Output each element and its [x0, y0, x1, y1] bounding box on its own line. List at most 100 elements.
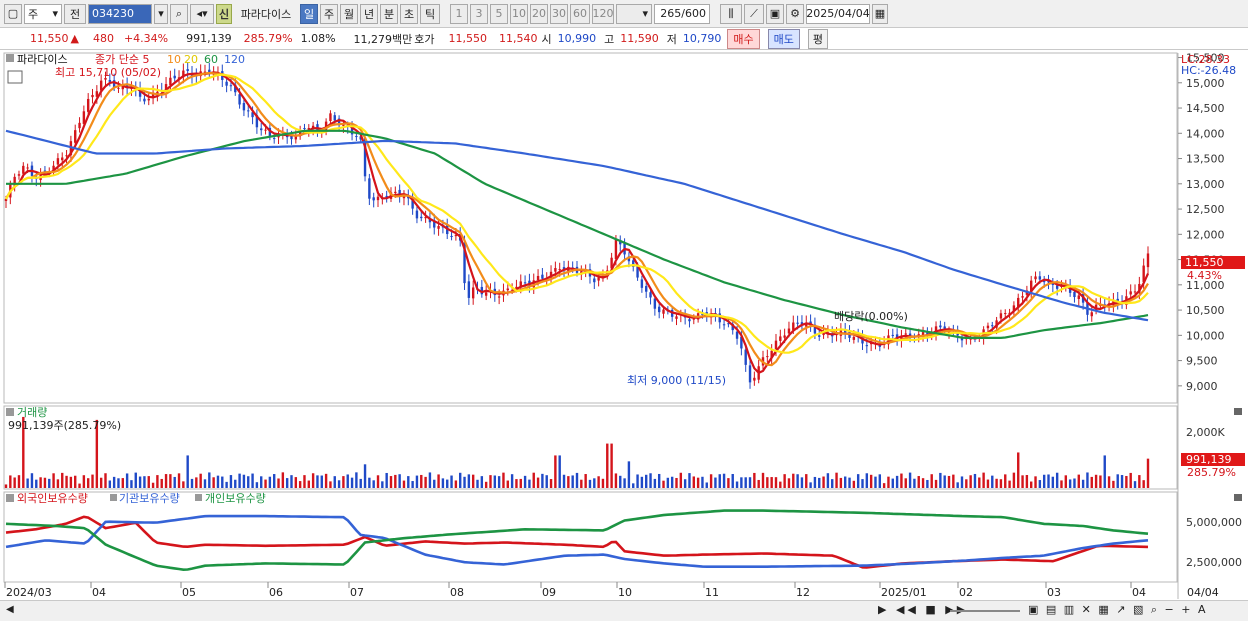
volume-bar [692, 476, 695, 488]
zoom-slider[interactable] [950, 610, 1020, 612]
volume-bar [290, 475, 293, 488]
volume-bar [502, 472, 505, 488]
candle-body [1034, 276, 1037, 280]
volume-bar [177, 473, 181, 488]
prev-button[interactable]: 전 [64, 3, 86, 24]
volume-axis-label: 2,000K [1186, 426, 1225, 439]
horizontal-scrollbar[interactable]: ◀ ▶ ◀◀ ■ ▶▶ ▣ ▤ ▥ ✕ ▦ ↗ ▧ ⌕ − + A [0, 600, 1248, 621]
price-tick-label: 14,000 [1186, 127, 1225, 140]
tab-week[interactable]: 주 [320, 3, 338, 24]
volume-bar [558, 455, 561, 488]
volume-bar [1146, 458, 1150, 488]
volume-bar [35, 479, 38, 488]
tool-icons[interactable]: ▣ ▤ ▥ ✕ ▦ ↗ ▧ ⌕ − + A [1028, 603, 1207, 617]
legend-square-icon [195, 494, 202, 501]
interval-60[interactable]: 60 [570, 3, 590, 24]
interval-custom-select[interactable]: ▾ [616, 3, 652, 24]
volume-bar [268, 476, 272, 488]
candle-body [186, 69, 189, 71]
interval-5[interactable]: 5 [490, 3, 508, 24]
volume-bar [995, 478, 998, 488]
candle-body [22, 165, 25, 174]
search-icon[interactable]: ⌕ [170, 3, 188, 24]
candle-body [1055, 285, 1059, 289]
volume-bar [783, 474, 786, 488]
volume-bar [541, 473, 544, 488]
panel-menu-icon[interactable] [6, 408, 14, 416]
tab-minute[interactable]: 분 [380, 3, 398, 24]
close-icon[interactable] [1234, 494, 1242, 501]
volume-bar [1073, 478, 1076, 488]
up-arrow-icon: ▲ [70, 32, 79, 45]
scroll-left-icon[interactable]: ◀ [6, 604, 14, 615]
interval-1[interactable]: 1 [450, 3, 468, 24]
volume-bar [731, 473, 734, 488]
candle-type-icon[interactable]: ⫼ [720, 3, 742, 24]
interval-10[interactable]: 10 [510, 3, 528, 24]
volume-bar [1047, 474, 1050, 488]
sell-button[interactable]: 매도 [767, 28, 800, 49]
volume-bar [61, 472, 64, 488]
holdings-axis-5m: 5,000,000 [1186, 516, 1242, 529]
average-button[interactable]: 평 [807, 28, 829, 49]
volume-bar [285, 478, 289, 488]
volume-bar [727, 478, 730, 488]
high-price: 11,590 [620, 32, 659, 45]
volume-bar [670, 476, 674, 488]
panel-menu-icon[interactable] [6, 54, 14, 62]
volume-bar [895, 475, 899, 488]
candle-body [238, 94, 241, 105]
volume-bar [939, 472, 942, 488]
layout-icon[interactable]: ▢ [4, 3, 22, 24]
price-panel-title: 파라다이스 [17, 53, 68, 66]
interval-120[interactable]: 120 [592, 3, 614, 24]
volume-bar [30, 473, 34, 488]
legend-square-icon [110, 494, 117, 501]
buy-button[interactable]: 매수 [727, 28, 760, 49]
volume-bar [973, 473, 977, 488]
volume-bar [826, 473, 830, 488]
volume-bar [424, 476, 427, 488]
candle-body [796, 322, 799, 324]
tab-year[interactable]: 년 [360, 3, 378, 24]
code-dropdown-icon[interactable]: ▾ [154, 3, 168, 24]
stock-code-input[interactable]: 034230 [88, 3, 152, 24]
volume-bar [554, 455, 557, 488]
close-icon[interactable] [1234, 408, 1242, 415]
ma-legend-120: 120 [224, 53, 245, 66]
drawing-tool-icon[interactable]: ⟋ [744, 3, 764, 24]
candle-body [372, 197, 375, 201]
candle-body [541, 274, 544, 279]
date-input[interactable]: 2025/04/04 [806, 3, 870, 24]
calendar-icon[interactable]: ▦ [872, 3, 888, 24]
volume-bar [407, 476, 410, 488]
volume-bar [346, 474, 349, 488]
volume-bar [709, 474, 713, 488]
volume-bar [822, 476, 825, 488]
candle-body [394, 191, 397, 194]
interval-3[interactable]: 3 [470, 3, 488, 24]
tab-second[interactable]: 초 [400, 3, 418, 24]
count-field[interactable]: 265 /600 [654, 3, 710, 24]
sound-icon[interactable]: ◂▾ [190, 3, 214, 24]
volume-bar [1120, 475, 1124, 488]
volume-bar [415, 475, 419, 488]
interval-30[interactable]: 30 [550, 3, 568, 24]
volume-bar [376, 475, 380, 488]
market-select[interactable]: 주 ▾ [24, 3, 62, 24]
tab-day[interactable]: 일 [300, 3, 318, 24]
volume-bar [342, 476, 345, 488]
volume-bar [433, 479, 436, 488]
tab-tick[interactable]: 틱 [420, 3, 440, 24]
gear-icon[interactable]: ⚙ [786, 3, 804, 24]
interval-20[interactable]: 20 [530, 3, 548, 24]
volume-bar [1138, 475, 1141, 488]
volume-bar [978, 477, 981, 488]
candle-body [376, 196, 380, 201]
candle-body [91, 94, 94, 98]
panel-menu-icon[interactable] [6, 494, 14, 502]
save-icon[interactable]: ▣ [766, 3, 784, 24]
table-icon[interactable] [7, 70, 23, 84]
candle-body [17, 174, 21, 176]
tab-month[interactable]: 월 [340, 3, 358, 24]
